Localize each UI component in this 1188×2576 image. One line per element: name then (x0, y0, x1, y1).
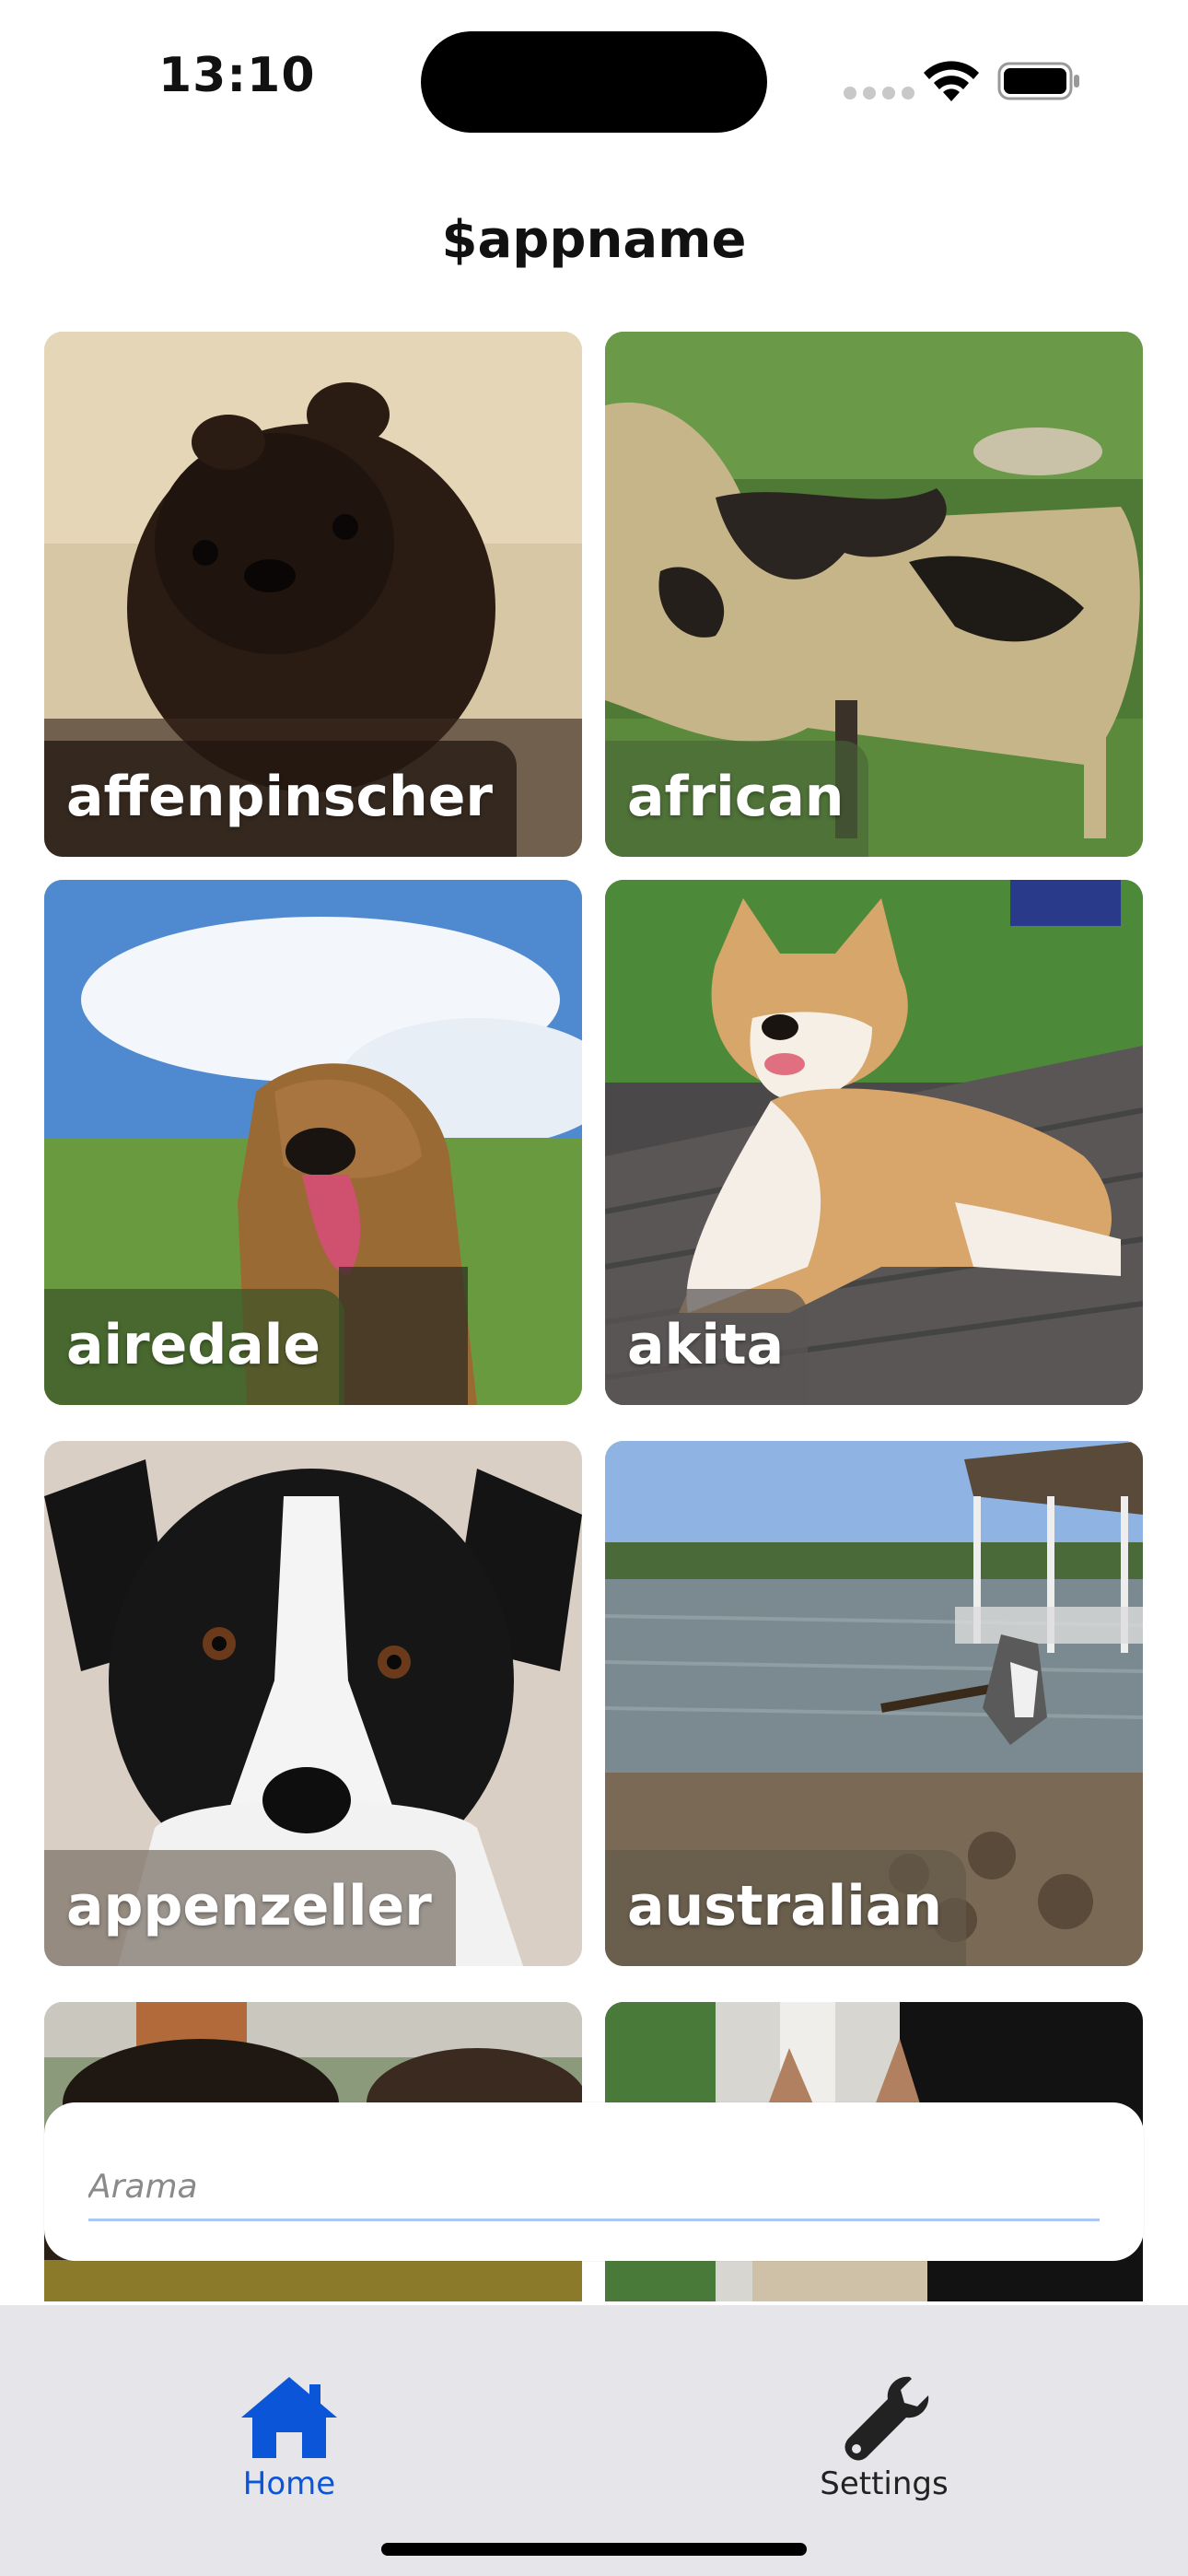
signal-dot (844, 87, 856, 100)
search-panel (44, 2102, 1144, 2261)
breed-label: australian (605, 1850, 967, 1966)
tab-settings[interactable]: Settings (746, 2371, 1022, 2519)
tab-label: Home (242, 2465, 336, 2502)
dynamic-island (421, 31, 767, 133)
tab-home[interactable]: Home (151, 2371, 427, 2519)
wifi-icon (924, 61, 979, 101)
breed-label: akita (605, 1289, 809, 1405)
breed-card[interactable]: akita (605, 880, 1143, 1405)
status-time: 13:10 (158, 48, 316, 103)
breed-label: appenzeller (44, 1850, 456, 1966)
page-title: $appname (441, 210, 747, 270)
home-icon (241, 2377, 337, 2458)
signal-dot (902, 87, 914, 100)
breed-card[interactable]: australian (605, 1441, 1143, 1966)
breed-card[interactable]: affenpinscher (44, 332, 582, 857)
search-input[interactable] (88, 2154, 1100, 2221)
signal-dot (863, 87, 876, 100)
wrench-icon (844, 2376, 929, 2461)
breed-label: african (605, 741, 868, 857)
breed-card[interactable]: airedale (44, 880, 582, 1405)
app-screen: 13:10 $appname affenpinscher african air… (0, 0, 1188, 2576)
breed-label: affenpinscher (44, 741, 518, 857)
signal-dot (882, 87, 895, 100)
breed-grid[interactable]: affenpinscher african airedale akita app… (0, 330, 1188, 2301)
tab-label: Settings (820, 2465, 949, 2502)
tab-bar: Home Settings (0, 2305, 1188, 2576)
breed-card[interactable]: appenzeller (44, 1441, 582, 1966)
breed-label: airedale (44, 1289, 345, 1405)
battery-icon (997, 62, 1079, 100)
home-indicator[interactable] (381, 2543, 807, 2556)
breed-card[interactable]: african (605, 332, 1143, 857)
